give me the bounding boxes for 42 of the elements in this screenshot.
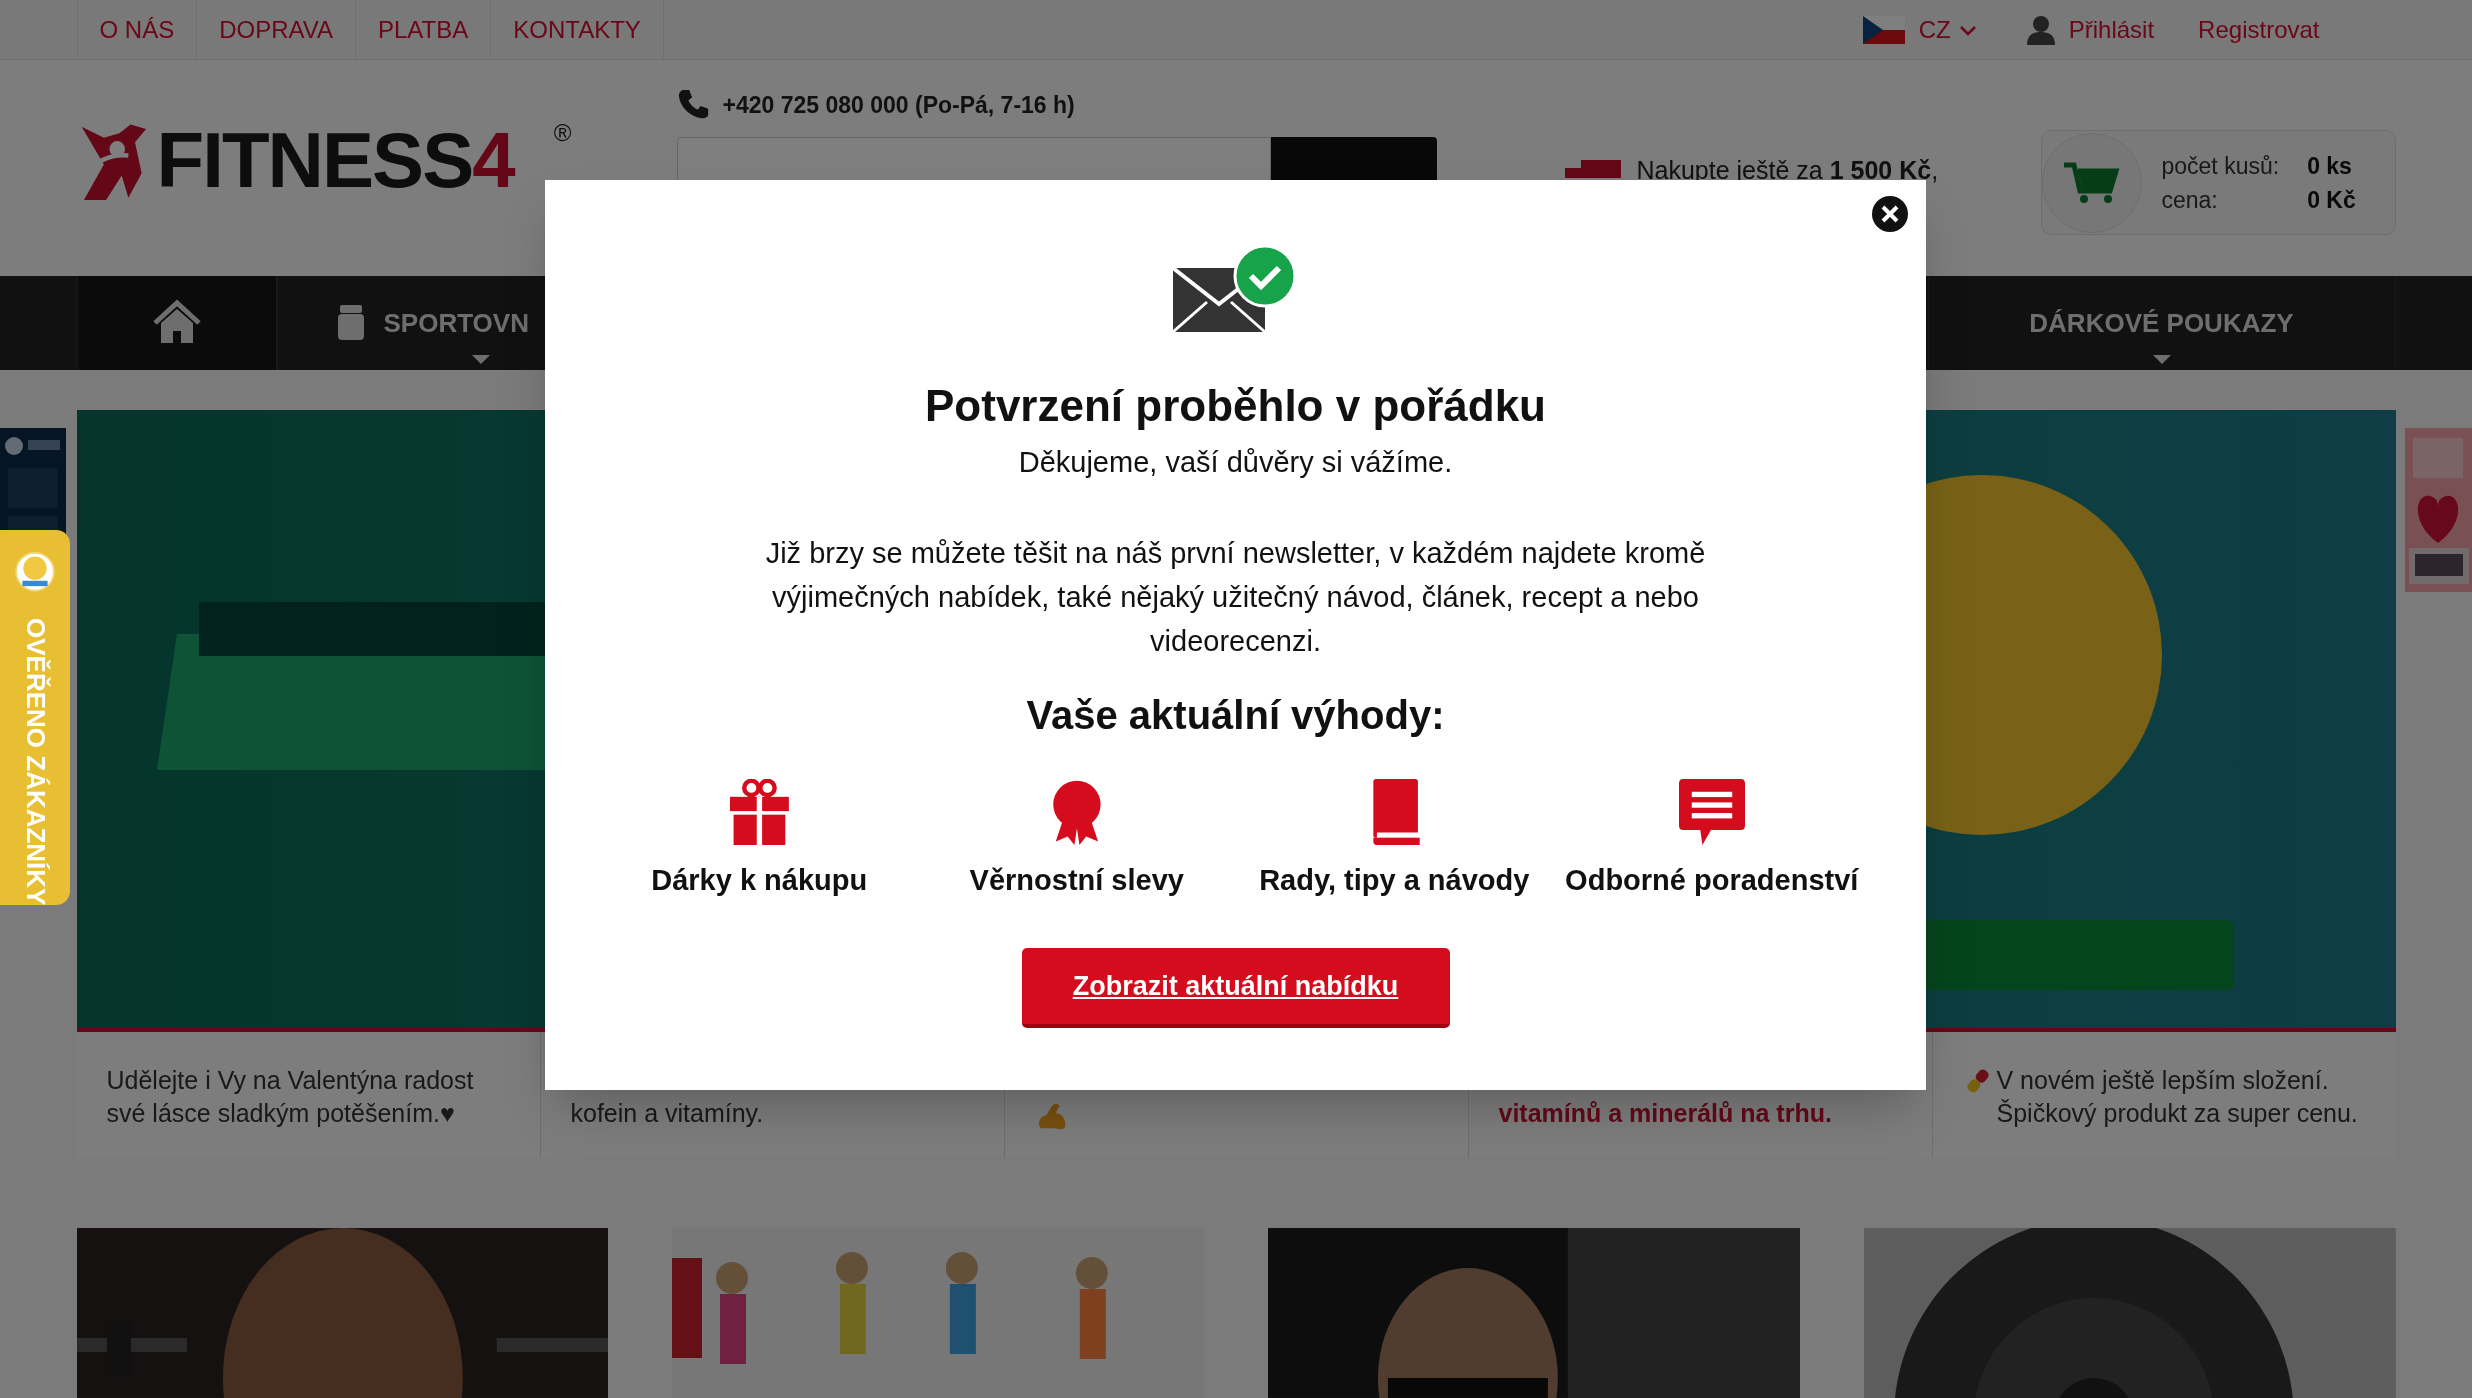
close-icon (1871, 195, 1909, 233)
cart-value: 0 ks (2307, 151, 2353, 181)
close-button[interactable] (1871, 195, 1909, 233)
top-nav-link[interactable]: DOPRAVA (197, 0, 356, 59)
free-shipping-text: Nakupte ještě za 1 500 Kč, (1636, 155, 1939, 186)
category-menu-button[interactable]: DÁRKOVÉ POUKAZY (1927, 276, 2396, 370)
dialog-message: Již brzy se můžete těšit na náš první newsletter, v každém najdete kromě výjimečných nabídek, také nějaký užitečný návod, článek, recept a nebo videorecenzi. (764, 535, 1707, 659)
cart-label: cena: (2161, 185, 2219, 215)
caret-icon (2152, 355, 2171, 364)
badge-icon (13, 552, 57, 592)
top-nav-link[interactable]: KONTAKTY (491, 0, 664, 59)
czech-flag-icon (1862, 15, 1905, 44)
gift-icon (729, 778, 789, 845)
register-link[interactable]: Registrovat (2198, 11, 2320, 48)
benefit-label: Odborné poradenství (1565, 862, 1859, 898)
dialog-subtitle: Děkujeme, vaší důvěry si vážíme. (1018, 445, 1453, 480)
cart-value: 0 Kč (2307, 185, 2356, 215)
show-offers-button[interactable]: Zobrazit aktuální nabídku (1021, 948, 1450, 1028)
user-icon (2026, 14, 2055, 45)
caption-text: vitamínů a minerálů na trhu. (1498, 1098, 1832, 1129)
caret-icon (471, 355, 490, 364)
home-button[interactable] (76, 276, 277, 370)
phone-number: +420 725 080 000 (Po-Pá, 7-16 h) (722, 91, 1075, 120)
bottle-icon (337, 305, 364, 341)
cart-icon (2061, 160, 2122, 205)
caption-text: Udělejte i Vy na Valentýna radost své lásce sladkým potěšením.♥ (106, 1065, 475, 1129)
benefits-heading: Vaše aktuální výhody: (1026, 691, 1445, 739)
benefit-label: Rady, tipy a návody (1259, 862, 1530, 898)
dialog-title: Potvrzení proběhlo v pořádku (925, 380, 1546, 432)
top-nav-link[interactable]: O NÁS (77, 0, 198, 59)
caption-text: V novém ještě lepším složení. Špičkový produkt za super cenu. (1996, 1065, 2359, 1129)
cart-label: počet kusů: (2161, 151, 2280, 181)
language-selector[interactable]: CZ (1918, 11, 1977, 48)
login-link[interactable]: Přihlásit (2068, 11, 2155, 48)
top-nav-link[interactable]: PLATBA (356, 0, 492, 59)
verified-customers-tab[interactable]: OVĚŘENO ZÁKAZNÍKY (0, 530, 70, 905)
caption-text: kofein a vitamíny. (570, 1098, 764, 1129)
chat-icon (1678, 778, 1745, 845)
cart-box[interactable]: počet kusů: 0 ks cena: 0 Kč (2040, 130, 2396, 235)
benefit-label: Dárky k nákupu (651, 862, 868, 898)
logo-text: FITNESS4 ® (156, 121, 570, 199)
benefit-label: Věrnostní slevy (969, 862, 1184, 898)
